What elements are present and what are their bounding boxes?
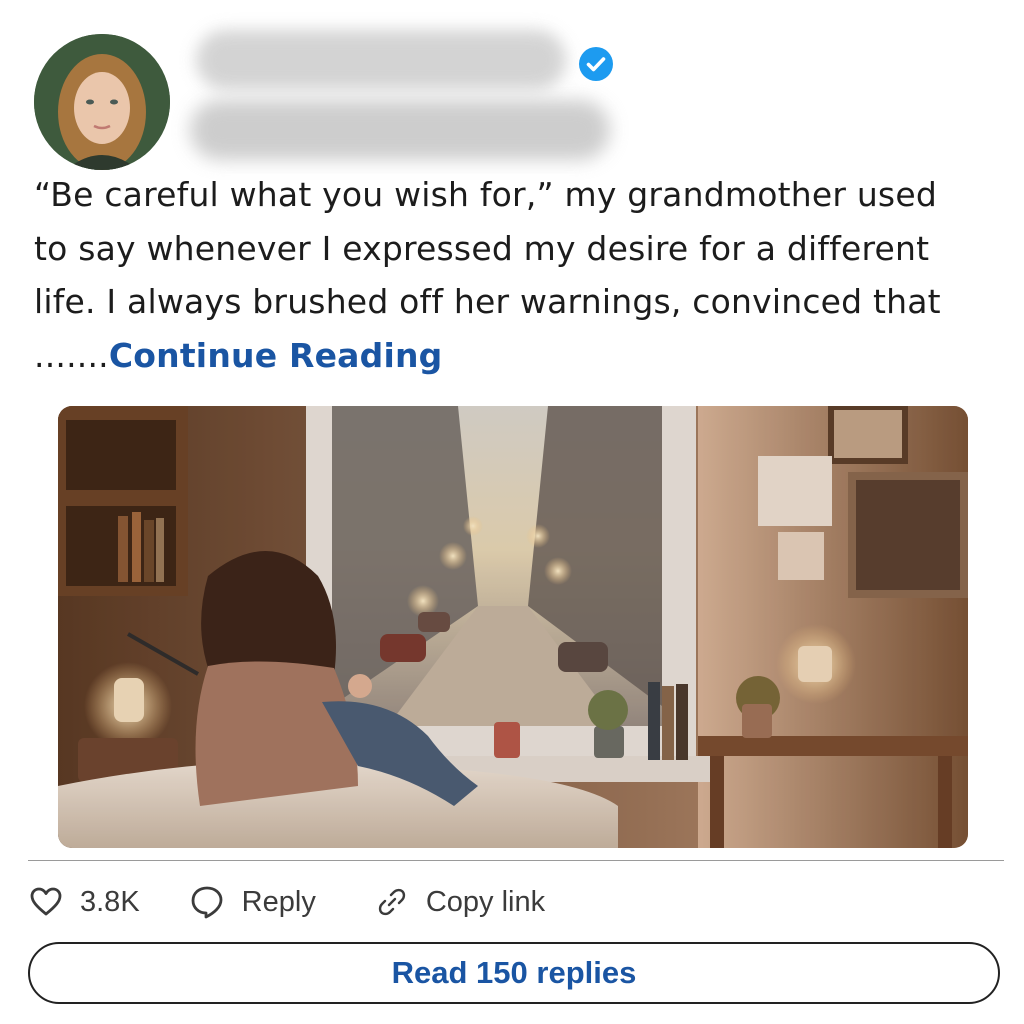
continue-reading-link[interactable]: Continue Reading xyxy=(109,336,443,375)
action-bar: 3.8K Reply Copy link xyxy=(30,878,545,926)
link-icon xyxy=(378,888,405,916)
like-count: 3.8K xyxy=(80,885,140,918)
author-handle-blurred xyxy=(190,100,610,160)
heart-icon xyxy=(30,887,62,916)
like-button[interactable]: 3.8K xyxy=(30,886,140,919)
post-image[interactable] xyxy=(58,406,968,848)
post-text: “Be careful what you wish for,” my grand… xyxy=(34,168,974,382)
copy-link-label: Copy link xyxy=(425,885,546,918)
author-name-blurred[interactable] xyxy=(196,30,566,90)
reply-label: Reply xyxy=(241,885,316,918)
copy-link-button[interactable]: Copy link xyxy=(376,886,545,919)
post-card: “Be careful what you wish for,” my grand… xyxy=(0,0,1024,1024)
verified-badge-icon xyxy=(578,46,614,82)
woman-at-rainy-window-photo-icon xyxy=(58,406,968,848)
read-replies-button[interactable]: Read 150 replies xyxy=(28,942,1000,1004)
reply-button[interactable]: Reply xyxy=(190,885,316,919)
divider xyxy=(28,860,1004,861)
speech-bubble-icon xyxy=(191,886,223,919)
avatar[interactable] xyxy=(34,34,170,170)
read-replies-label: Read 150 replies xyxy=(391,955,637,990)
woman-portrait-avatar-icon xyxy=(34,34,170,170)
